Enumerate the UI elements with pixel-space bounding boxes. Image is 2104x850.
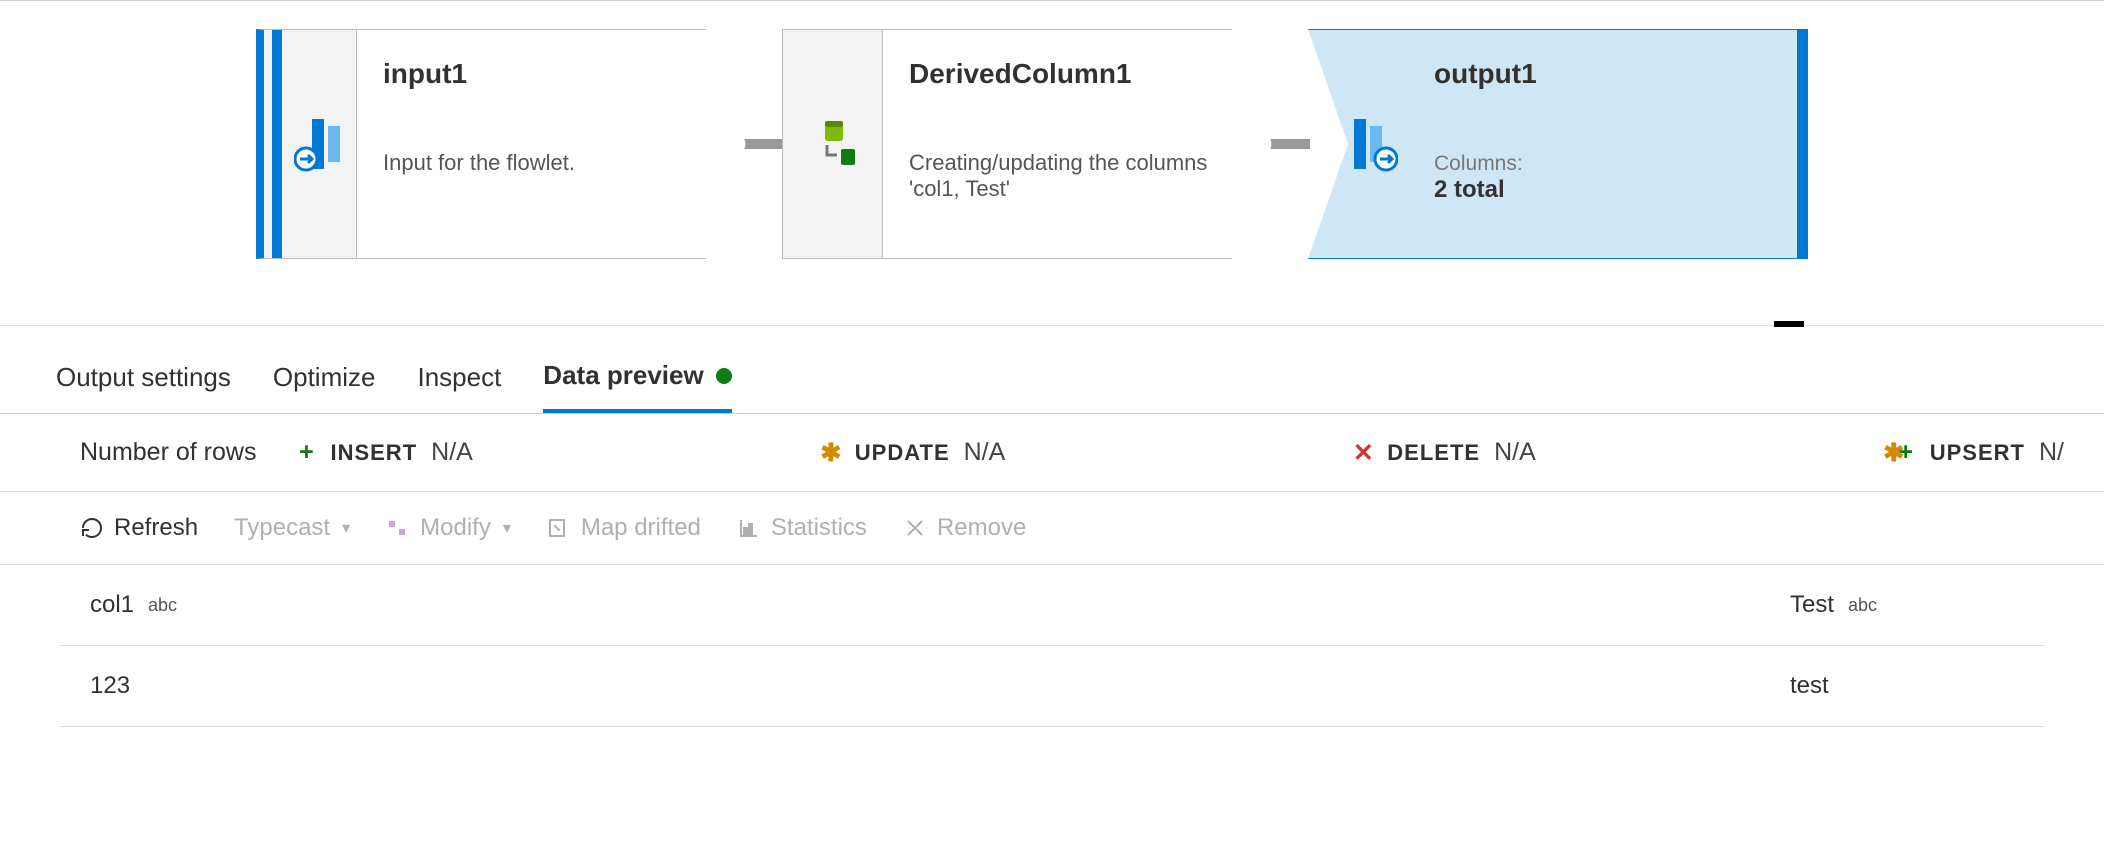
delete-value: N/A: [1494, 438, 1536, 467]
node-title: output1: [1434, 58, 1781, 90]
statistics-label: Statistics: [771, 514, 867, 542]
node-handle[interactable]: [782, 29, 882, 259]
node-title: input1: [383, 58, 719, 90]
modify-icon: [386, 516, 410, 540]
insert-label: INSERT: [330, 440, 417, 466]
plus-icon: +: [296, 443, 316, 463]
column-name: col1: [90, 591, 134, 619]
node-description: Columns: 2 total: [1434, 150, 1781, 204]
map-drifted-button[interactable]: Map drifted: [547, 514, 701, 542]
statistics-button[interactable]: Statistics: [737, 514, 867, 542]
chevron-down-icon: ▾: [342, 518, 350, 538]
column-header-test[interactable]: Test abc: [1760, 565, 2044, 645]
row-actions-summary: Number of rows + INSERT N/A ✱ UPDATE N/A…: [0, 414, 2104, 492]
node-body[interactable]: input1 Input for the flowlet. +: [356, 29, 746, 259]
upsert-summary: ✱ + UPSERT N/: [1884, 438, 2064, 467]
flow-node-input1[interactable]: input1 Input for the flowlet. +: [256, 29, 746, 259]
update-label: UPDATE: [855, 440, 950, 466]
x-icon: [903, 516, 927, 540]
data-preview-toolbar: Refresh Typecast ▾ Modify ▾ Map drifted …: [0, 492, 2104, 565]
typecast-button[interactable]: Typecast ▾: [234, 514, 350, 542]
add-step-button[interactable]: +: [709, 222, 739, 252]
table-row[interactable]: 123 test: [60, 646, 2044, 727]
column-type: abc: [148, 595, 177, 616]
table-header-row: col1 abc Test abc: [60, 565, 2044, 646]
input-icon: [294, 114, 344, 174]
derived-column-icon: [813, 119, 863, 169]
chevron-down-icon: ▾: [503, 518, 511, 538]
tab-label: Data preview: [543, 360, 703, 391]
tab-data-preview[interactable]: Data preview: [543, 360, 731, 413]
modify-button[interactable]: Modify ▾: [386, 514, 511, 542]
statistics-icon: [737, 516, 761, 540]
remove-button[interactable]: Remove: [903, 514, 1026, 542]
flow-node-output1[interactable]: output1 Columns: 2 total: [1308, 29, 1808, 259]
column-name: Test: [1790, 591, 1834, 619]
tab-output-settings[interactable]: Output settings: [56, 360, 231, 413]
remove-label: Remove: [937, 514, 1026, 542]
add-step-button[interactable]: +: [1235, 222, 1265, 252]
cell-col1: 123: [60, 646, 1760, 726]
preview-table: col1 abc Test abc 123 test: [0, 565, 2104, 727]
status-indicator-icon: [716, 368, 732, 384]
typecast-label: Typecast: [234, 514, 330, 542]
output-icon: [1348, 114, 1398, 174]
tab-optimize[interactable]: Optimize: [273, 360, 376, 413]
flow-connector: [1270, 139, 1310, 149]
node-body[interactable]: DerivedColumn1 Creating/updating the col…: [882, 29, 1272, 259]
asterisk-icon: ✱: [821, 443, 841, 463]
update-summary: ✱ UPDATE N/A: [821, 438, 1006, 467]
insert-value: N/A: [431, 438, 473, 467]
map-drifted-label: Map drifted: [581, 514, 701, 542]
delete-label: DELETE: [1387, 440, 1480, 466]
node-description: Creating/updating the columns 'col1, Tes…: [909, 150, 1245, 202]
flow-canvas[interactable]: input1 Input for the flowlet. + DerivedC…: [0, 0, 2104, 326]
upsert-label: UPSERT: [1930, 440, 2025, 466]
upsert-value: N/: [2039, 438, 2064, 467]
flow-connector: [744, 139, 784, 149]
refresh-icon: [80, 516, 104, 540]
detail-tabs: Output settings Optimize Inspect Data pr…: [0, 326, 2104, 414]
tab-inspect[interactable]: Inspect: [417, 360, 501, 413]
modify-label: Modify: [420, 514, 491, 542]
plus-icon: +: [1896, 443, 1916, 463]
column-type: abc: [1848, 595, 1877, 616]
column-header-col1[interactable]: col1 abc: [60, 565, 1760, 645]
refresh-button[interactable]: Refresh: [80, 514, 198, 542]
flow-node-derivedcolumn1[interactable]: DerivedColumn1 Creating/updating the col…: [782, 29, 1272, 259]
delete-summary: ✕ DELETE N/A: [1353, 438, 1535, 467]
refresh-label: Refresh: [114, 514, 198, 542]
node-description: Input for the flowlet.: [383, 150, 719, 176]
node-body[interactable]: output1 Columns: 2 total: [1408, 29, 1808, 259]
x-icon: ✕: [1353, 443, 1373, 463]
node-handle[interactable]: [256, 29, 356, 259]
pane-resize-handle[interactable]: [1774, 321, 1804, 327]
node-title: DerivedColumn1: [909, 58, 1245, 90]
cell-test: test: [1760, 646, 2044, 726]
update-value: N/A: [964, 438, 1006, 467]
number-of-rows-label: Number of rows: [80, 438, 256, 467]
node-handle[interactable]: [1308, 29, 1408, 259]
insert-summary: + INSERT N/A: [296, 438, 472, 467]
map-drifted-icon: [547, 516, 571, 540]
